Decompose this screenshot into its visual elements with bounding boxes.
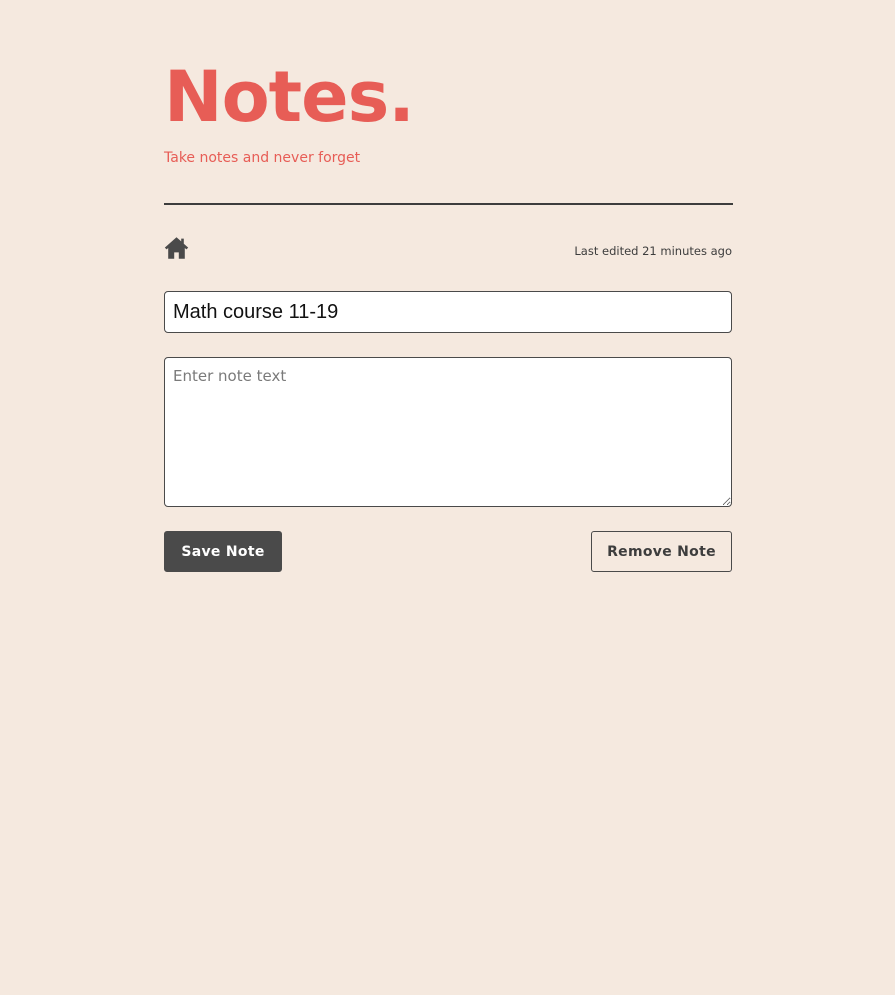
note-title-input[interactable] bbox=[164, 291, 732, 333]
app-title: Notes. bbox=[164, 56, 415, 138]
note-body-textarea[interactable] bbox=[164, 357, 732, 507]
header-divider bbox=[164, 203, 733, 205]
remove-note-button[interactable]: Remove Note bbox=[591, 531, 732, 572]
app-subtitle: Take notes and never forget bbox=[164, 150, 361, 166]
save-note-button[interactable]: Save Note bbox=[164, 531, 282, 572]
home-icon bbox=[164, 236, 189, 260]
last-edited-timestamp: Last edited 21 minutes ago bbox=[574, 244, 732, 258]
home-link[interactable] bbox=[164, 236, 189, 260]
